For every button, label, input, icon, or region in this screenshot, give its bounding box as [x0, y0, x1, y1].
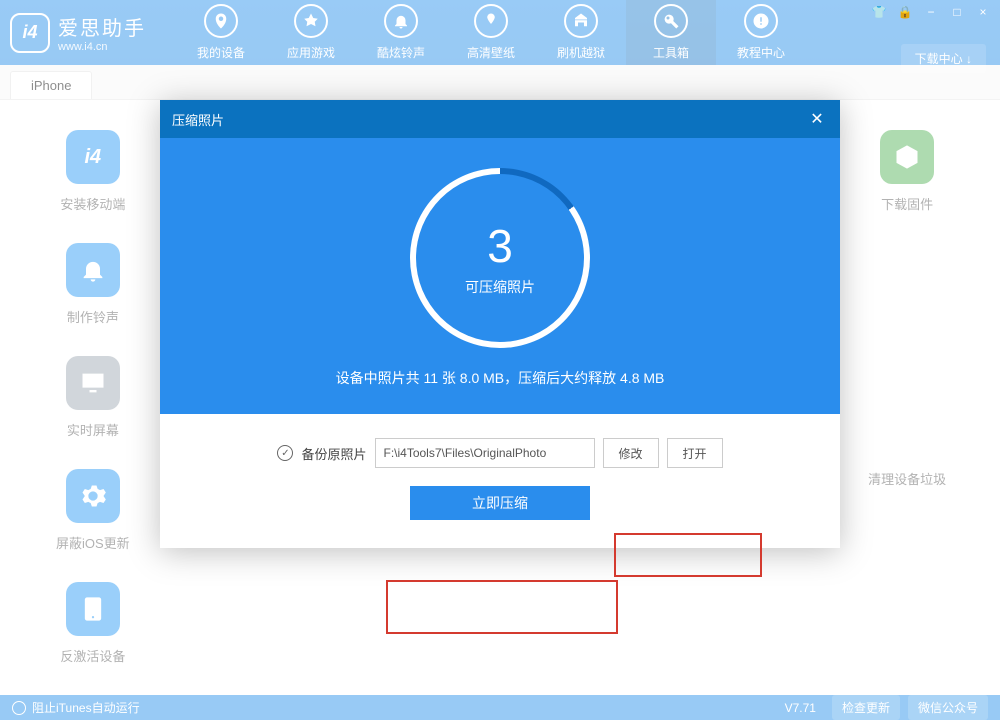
modal-backdrop: 压缩照片 ✕ 3 可压缩照片 设备中照片共 11 张 8.0 MB，压缩后大约释…	[0, 0, 1000, 720]
dialog-close-button[interactable]: ✕	[806, 108, 828, 130]
maximize-button[interactable]: □	[946, 4, 968, 20]
backup-label: 备份原照片	[301, 444, 366, 463]
theme-button[interactable]: 👕	[868, 4, 890, 20]
modify-path-button[interactable]: 修改	[603, 438, 659, 468]
backup-checkbox[interactable]	[277, 445, 293, 461]
compress-photos-dialog: 压缩照片 ✕ 3 可压缩照片 设备中照片共 11 张 8.0 MB，压缩后大约释…	[160, 100, 840, 548]
progress-ring-icon: 3 可压缩照片	[410, 168, 590, 348]
minimize-button[interactable]: −	[920, 4, 942, 20]
compressible-label: 可压缩照片	[465, 277, 535, 297]
summary-text: 设备中照片共 11 张 8.0 MB，压缩后大约释放 4.8 MB	[336, 368, 665, 388]
close-button[interactable]: ×	[972, 4, 994, 20]
open-path-button[interactable]: 打开	[667, 438, 723, 468]
dialog-title: 压缩照片	[172, 110, 224, 129]
lock-button[interactable]: 🔒	[894, 4, 916, 20]
compress-now-button[interactable]: 立即压缩	[410, 486, 590, 520]
backup-path-input[interactable]	[375, 438, 595, 468]
dialog-hero: 3 可压缩照片 设备中照片共 11 张 8.0 MB，压缩后大约释放 4.8 M…	[160, 138, 840, 414]
compressible-count: 3	[487, 219, 513, 273]
